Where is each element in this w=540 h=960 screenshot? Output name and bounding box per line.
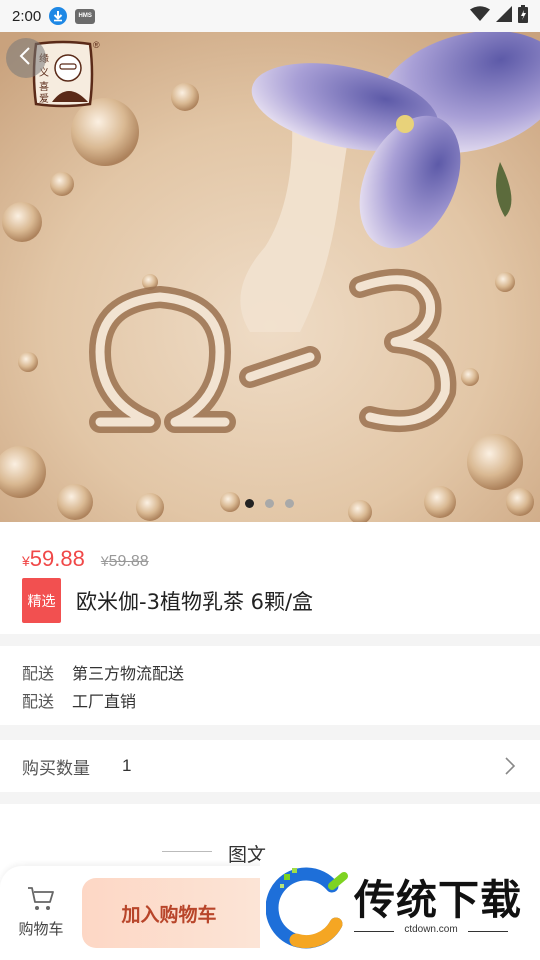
battery-icon bbox=[518, 5, 528, 27]
quantity-selector[interactable]: 购买数量 1 bbox=[0, 740, 540, 792]
price-section: ¥ 59.88 ¥ 59.88 精选 欧米伽-3植物乳茶 6颗/盒 bbox=[0, 522, 540, 634]
featured-badge: 精选 bbox=[22, 578, 61, 623]
delivery-row: 配送 工厂直销 bbox=[22, 688, 136, 712]
add-to-cart-label: 加入购物车 bbox=[121, 903, 217, 926]
chevron-right-icon bbox=[504, 756, 516, 780]
status-bar: 2:00 HMS bbox=[0, 0, 540, 32]
svg-text:喜: 喜 bbox=[39, 80, 49, 93]
watermark-title: 传统下载 bbox=[354, 876, 522, 924]
watermark: 传统下载 ctdown.com bbox=[260, 860, 540, 960]
product-detail-page: 2:00 HMS 义 喜 爱 ® ¥ 59.88 ¥ 59.88 精选 欧米伽-… bbox=[0, 0, 540, 960]
cart-label: 购物车 bbox=[18, 920, 64, 938]
quantity-value: 1 bbox=[122, 756, 132, 775]
watermark-url: ctdown.com bbox=[354, 924, 508, 935]
carousel-dot[interactable] bbox=[285, 499, 294, 508]
carousel-indicator bbox=[245, 499, 294, 508]
carousel-dot-active[interactable] bbox=[245, 499, 254, 508]
chevron-left-icon bbox=[18, 46, 34, 70]
back-button[interactable] bbox=[6, 38, 46, 78]
old-price-currency: ¥ bbox=[100, 553, 109, 569]
download-icon bbox=[49, 7, 68, 25]
carousel-dot[interactable] bbox=[265, 499, 274, 508]
price-row: ¥ 59.88 ¥ 59.88 bbox=[22, 546, 149, 572]
status-time: 2:00 bbox=[12, 7, 42, 25]
delivery-value: 工厂直销 bbox=[72, 692, 137, 711]
svg-text:爱: 爱 bbox=[39, 92, 49, 105]
original-price: 59.88 bbox=[108, 553, 149, 570]
price-currency: ¥ bbox=[22, 553, 30, 569]
add-to-cart-button[interactable]: 加入购物车 bbox=[82, 878, 282, 948]
hms-icon: HMS bbox=[75, 8, 96, 24]
wifi-icon bbox=[470, 6, 490, 26]
delivery-label: 配送 bbox=[22, 692, 55, 711]
shopping-cart-icon bbox=[27, 886, 55, 916]
delivery-section: 配送 第三方物流配送 配送 工厂直销 bbox=[0, 646, 540, 725]
watermark-logo-icon bbox=[266, 867, 348, 949]
delivery-row: 配送 第三方物流配送 bbox=[22, 660, 184, 684]
product-title: 欧米伽-3植物乳茶 6颗/盒 bbox=[76, 590, 314, 614]
current-price: 59.88 bbox=[29, 546, 85, 571]
signal-icon bbox=[496, 6, 512, 26]
cart-button[interactable]: 购物车 bbox=[10, 886, 72, 939]
registered-mark: ® bbox=[93, 40, 100, 50]
delivery-value: 第三方物流配送 bbox=[72, 664, 185, 683]
divider bbox=[162, 851, 212, 852]
quantity-label: 购买数量 bbox=[22, 758, 90, 779]
delivery-label: 配送 bbox=[22, 664, 55, 683]
